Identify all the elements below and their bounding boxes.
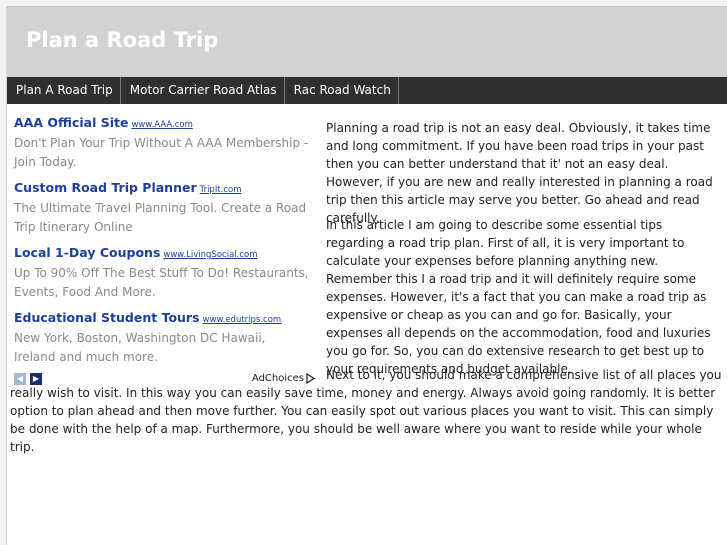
ad-title-link[interactable]: Local 1-Day Coupons (14, 245, 160, 260)
adchoices-link[interactable]: AdChoices (252, 373, 315, 384)
article-paragraph-start: Next to it, you should make a comprehens… (326, 368, 722, 382)
ad-url-link[interactable]: www.AAA.com (131, 120, 192, 130)
nav-item-plan-a-road-trip[interactable]: Plan A Road Trip (7, 77, 121, 104)
ad-description: Don't Plan Your Trip Without A AAA Membe… (14, 136, 309, 169)
main-navbar: Plan A Road Trip Motor Carrier Road Atla… (7, 77, 727, 104)
ad-unit: Local 1-Day Coupons www.LivingSocial.com … (14, 243, 309, 302)
ad-url-link[interactable]: www.LivingSocial.com (163, 250, 257, 260)
page-container: Plan a Road Trip Plan A Road Trip Motor … (6, 6, 727, 545)
ad-url-link[interactable]: www.edutrips.com (203, 315, 282, 325)
ad-title-link[interactable]: Custom Road Trip Planner (14, 180, 197, 195)
article-paragraph: In this article I am going to describe s… (326, 218, 711, 376)
site-title-link[interactable]: Plan a Road Trip (26, 28, 218, 52)
adchoices-label: AdChoices (251, 373, 304, 384)
ad-unit: Educational Student Tours www.edutrips.co… (14, 308, 309, 367)
ad-title-link[interactable]: Educational Student Tours (14, 310, 200, 325)
ad-description: Up To 90% Off The Best Stuff To Do! Rest… (14, 266, 309, 299)
nav-item-rac-road-watch[interactable]: Rac Road Watch (285, 77, 399, 104)
nav-item-motor-carrier-road-atlas[interactable]: Motor Carrier Road Atlas (121, 77, 285, 104)
ad-description: The Ultimate Travel Planning Tool. Creat… (14, 201, 307, 234)
ad-unit: Custom Road Trip Planner TripIt.com The U… (14, 178, 309, 237)
ad-block: AAA Official Site www.AAA.com Don't Plan … (14, 113, 315, 387)
ad-unit: AAA Official Site www.AAA.com Don't Plan … (14, 113, 309, 172)
ad-url-link[interactable]: TripIt.com (200, 185, 242, 195)
adchoices-icon (306, 373, 315, 384)
article-paragraph: Planning a road trip is not an easy deal… (326, 121, 713, 225)
article-paragraph-continued: really wish to visit. In this way you ca… (10, 386, 716, 454)
ad-description: New York, Boston, Washington DC Hawaii, … (14, 331, 266, 364)
ad-title-link[interactable]: AAA Official Site (14, 115, 128, 130)
